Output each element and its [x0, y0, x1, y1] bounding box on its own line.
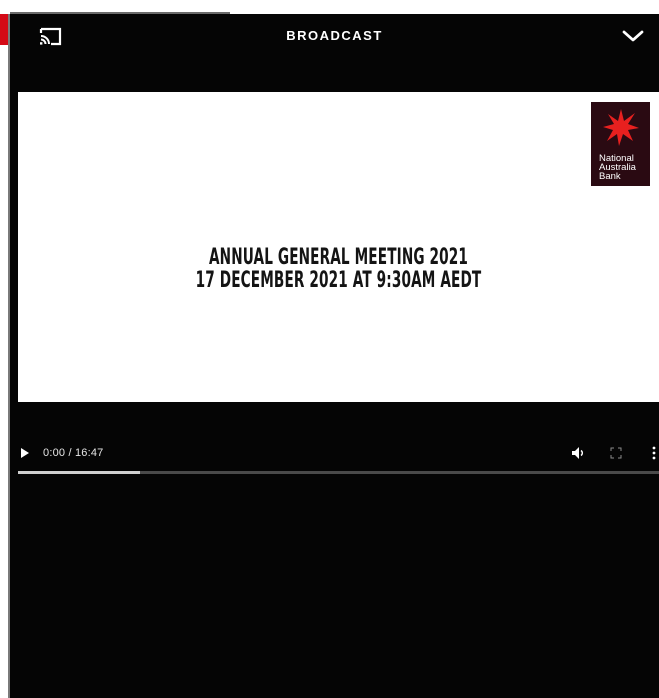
- accent-tab: [0, 14, 8, 45]
- time-display: 0:00 / 16:47: [43, 447, 104, 459]
- video-frame[interactable]: National Australia Bank ANNUAL GENERAL M…: [18, 92, 659, 402]
- logo-line: Bank: [599, 171, 621, 182]
- player-title: BROADCAST: [286, 28, 383, 43]
- player-header: BROADCAST: [10, 14, 659, 59]
- progress-bar[interactable]: [18, 471, 659, 474]
- volume-icon[interactable]: [571, 446, 587, 460]
- page-top-bar: [10, 0, 659, 14]
- nab-logo: National Australia Bank: [591, 102, 650, 186]
- slide-headline: ANNUAL GENERAL MEETING 2021 17 DECEMBER …: [140, 246, 537, 292]
- video-controls: 0:00 / 16:47: [10, 439, 659, 469]
- headline-line: 17 DECEMBER 2021 AT 9:30AM AEDT: [195, 268, 482, 293]
- star-icon: [603, 109, 639, 146]
- logo-wordmark: National Australia Bank: [599, 154, 636, 182]
- more-vertical-icon[interactable]: [651, 445, 657, 461]
- progress-buffered: [18, 471, 140, 474]
- play-icon[interactable]: [20, 447, 30, 459]
- video-player: BROADCAST National Australia Bank ANNUAL…: [10, 14, 659, 698]
- headline-line: ANNUAL GENERAL MEETING 2021: [208, 245, 469, 270]
- chevron-down-icon[interactable]: [621, 26, 645, 46]
- fullscreen-icon[interactable]: [610, 447, 622, 459]
